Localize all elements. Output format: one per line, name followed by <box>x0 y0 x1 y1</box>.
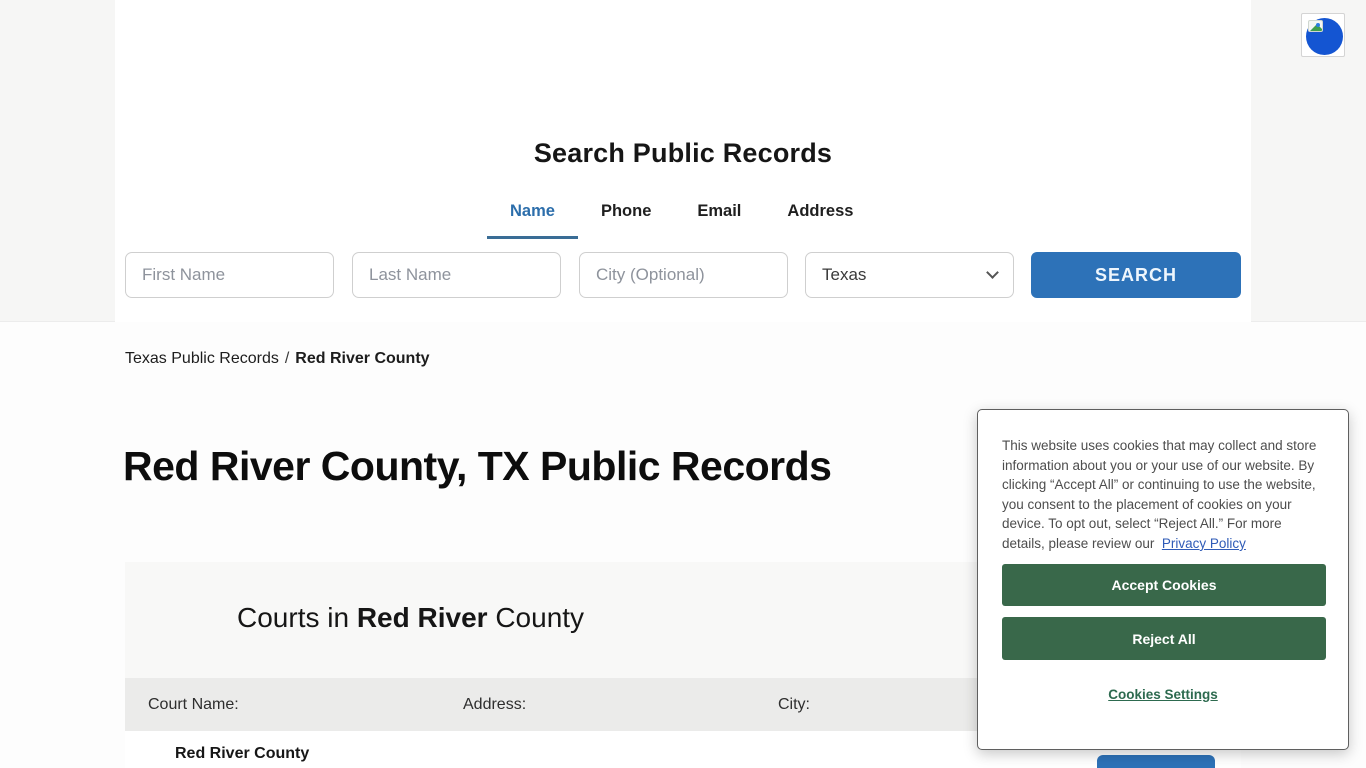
accessibility-widget-button[interactable] <box>1301 13 1345 57</box>
reject-all-button[interactable]: Reject All <box>1002 617 1326 660</box>
court-row-action-button[interactable] <box>1097 755 1215 768</box>
last-name-input[interactable] <box>352 252 561 298</box>
tab-email[interactable]: Email <box>674 202 764 239</box>
tab-phone[interactable]: Phone <box>578 202 674 239</box>
court-name-cell: Red River County <box>175 745 309 763</box>
cookie-message: This website uses cookies that may colle… <box>1002 436 1324 554</box>
page-title: Red River County, TX Public Records <box>123 443 832 490</box>
breadcrumb-separator: / <box>285 350 289 367</box>
cookies-settings-link[interactable]: Cookies Settings <box>1108 687 1218 702</box>
search-tabs: Name Phone Email Address <box>487 202 876 239</box>
city-input[interactable] <box>579 252 788 298</box>
privacy-policy-link[interactable]: Privacy Policy <box>1162 536 1246 551</box>
cookie-settings-row: Cookies Settings <box>978 686 1348 704</box>
first-name-input[interactable] <box>125 252 334 298</box>
courts-heading: Courts in Red River County <box>237 602 584 634</box>
tab-address[interactable]: Address <box>764 202 876 239</box>
accept-cookies-button[interactable]: Accept Cookies <box>1002 564 1326 606</box>
tab-name[interactable]: Name <box>487 202 578 239</box>
chevron-down-icon <box>986 266 999 279</box>
cookie-consent-dialog: This website uses cookies that may colle… <box>977 409 1349 750</box>
breadcrumb: Texas Public Records / Red River County <box>125 350 430 368</box>
column-court-name: Court Name: <box>148 696 463 714</box>
page: Search Public Records Name Phone Email A… <box>0 0 1366 768</box>
state-selected-value: Texas <box>822 265 866 285</box>
breadcrumb-current: Red River County <box>295 350 429 367</box>
state-select[interactable]: Texas <box>805 252 1014 298</box>
accessibility-icon <box>1306 18 1343 55</box>
search-section-title: Search Public Records <box>0 138 1366 169</box>
column-address: Address: <box>463 696 778 714</box>
search-button[interactable]: SEARCH <box>1031 252 1241 298</box>
breadcrumb-texas-public-records[interactable]: Texas Public Records <box>125 350 279 367</box>
broken-image-icon <box>1308 20 1323 32</box>
